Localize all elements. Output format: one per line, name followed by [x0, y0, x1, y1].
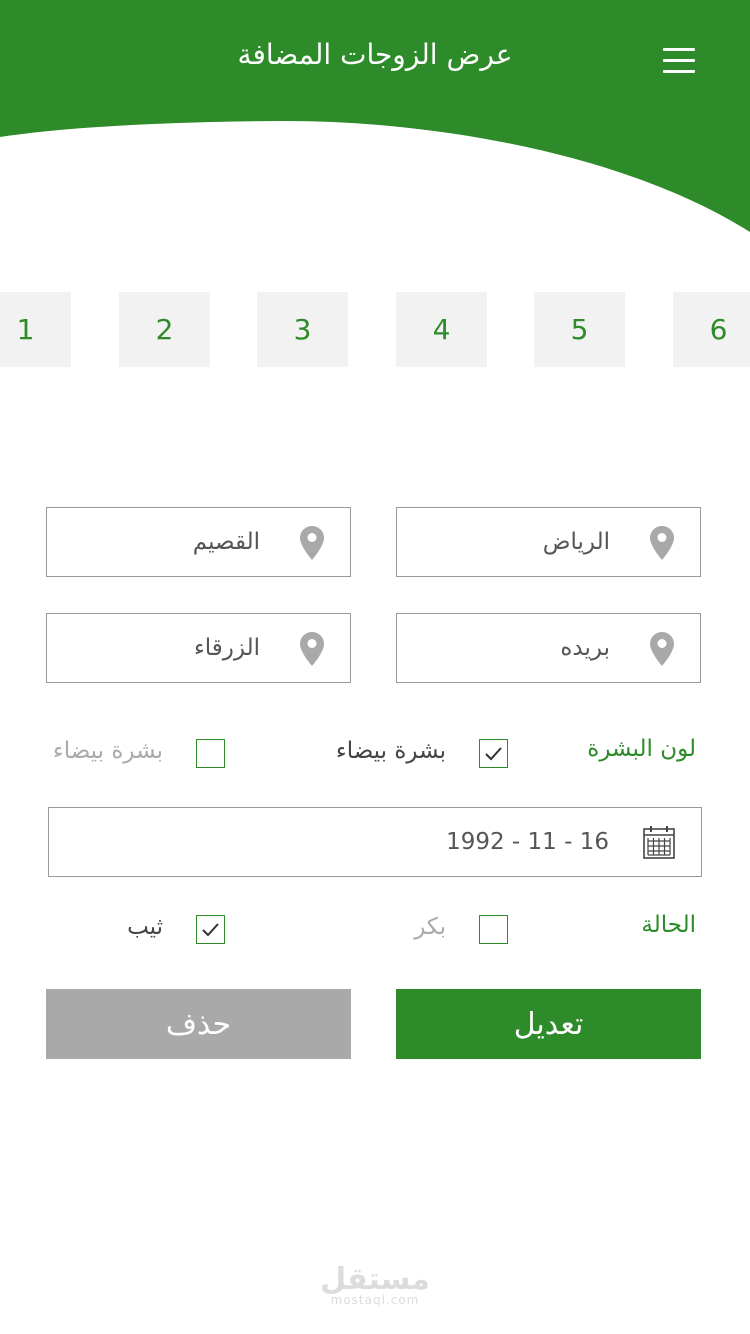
city-value-2: الزرقاء	[193, 635, 260, 661]
tab-6[interactable]: 6	[673, 292, 750, 367]
calendar-icon	[643, 826, 675, 859]
region-value-2: القصيم	[192, 529, 260, 555]
city-field-2[interactable]: الزرقاء	[46, 613, 351, 683]
watermark-logo: مستقل	[320, 1262, 430, 1297]
city-field[interactable]: بريده	[396, 613, 701, 683]
checkmark-icon	[202, 923, 219, 937]
watermark-url: mostaql.com	[330, 1293, 420, 1307]
skin-option-1-checkbox[interactable]	[479, 739, 508, 768]
skin-option-2-checkbox[interactable]	[196, 739, 225, 768]
checkmark-icon	[485, 747, 502, 761]
status-option-2-checkbox[interactable]	[196, 915, 225, 944]
birth-date-value: 1992 - 11 - 16	[446, 829, 609, 855]
tab-4[interactable]: 4	[396, 292, 487, 367]
birth-date-field[interactable]: 1992 - 11 - 16	[48, 807, 702, 877]
menu-button[interactable]	[650, 40, 708, 82]
tab-3[interactable]: 3	[257, 292, 348, 367]
location-pin-icon	[300, 526, 324, 560]
tab-5[interactable]: 5	[534, 292, 625, 367]
tab-2[interactable]: 2	[119, 292, 210, 367]
city-value: بريده	[560, 635, 610, 661]
status-label: الحالة	[641, 912, 696, 938]
tab-1[interactable]: 1	[0, 292, 71, 367]
status-option-1-checkbox[interactable]	[479, 915, 508, 944]
skin-option-2-label: بشرة بيضاء	[52, 738, 163, 764]
edit-button[interactable]: تعديل	[396, 989, 701, 1059]
header-background	[0, 0, 750, 232]
page-title: عرض الزوجات المضافة	[237, 38, 513, 71]
region-value: الرياض	[542, 529, 610, 555]
status-option-2-label: ثيب	[127, 914, 163, 940]
region-field-2[interactable]: القصيم	[46, 507, 351, 577]
location-pin-icon	[650, 632, 674, 666]
status-option-1-label: بكر	[414, 914, 446, 940]
location-pin-icon	[300, 632, 324, 666]
skin-color-label: لون البشرة	[587, 736, 696, 762]
delete-button[interactable]: حذف	[46, 989, 351, 1059]
location-pin-icon	[650, 526, 674, 560]
region-field[interactable]: الرياض	[396, 507, 701, 577]
skin-option-1-label: بشرة بيضاء	[335, 738, 446, 764]
